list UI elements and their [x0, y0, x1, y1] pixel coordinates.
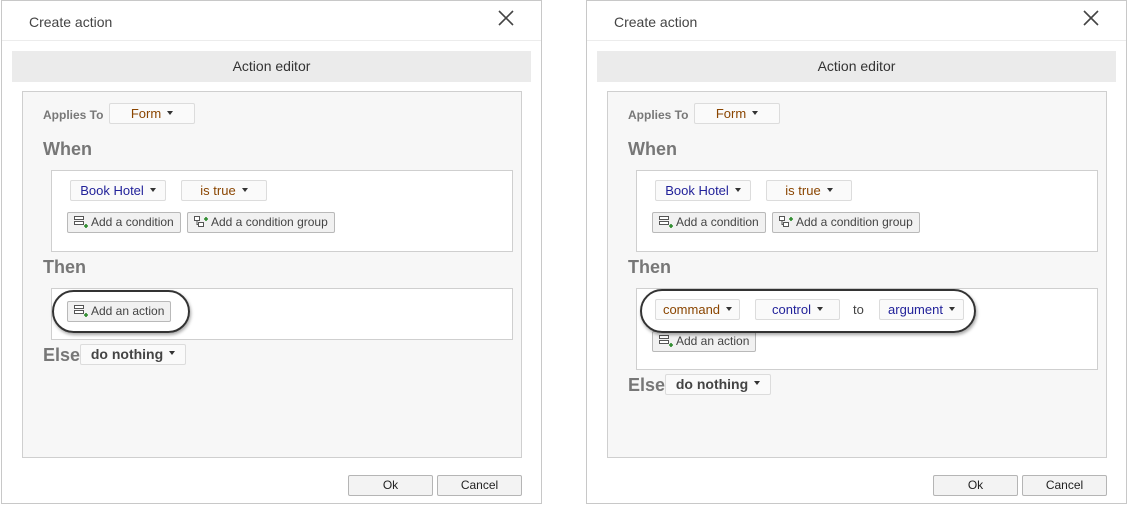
add-condition-icon: [659, 216, 673, 228]
when-heading: When: [43, 139, 92, 159]
applies-to-dropdown[interactable]: Form: [694, 103, 780, 124]
add-condition-label: Add a condition: [676, 215, 759, 229]
then-heading: Then: [43, 257, 86, 277]
add-condition-button[interactable]: Add a condition: [652, 212, 766, 233]
action-editor-panel: Applies To Form When Book Hotel is true …: [22, 91, 522, 458]
add-condition-group-label: Add a condition group: [796, 215, 913, 229]
action-editor-header: Action editor: [12, 51, 531, 82]
else-value: do nothing: [90, 346, 164, 362]
title-divider: [2, 40, 541, 41]
chevron-down-icon: [149, 187, 156, 192]
highlight-oval: [52, 290, 190, 333]
chevron-down-icon: [734, 187, 741, 192]
condition-operator-dropdown[interactable]: is true: [181, 180, 267, 201]
chevron-down-icon: [752, 110, 759, 115]
add-condition-group-icon: [194, 216, 208, 227]
condition-operator-value: is true: [200, 183, 236, 198]
create-action-dialog-initial: Create action Action editor Applies To F…: [1, 0, 542, 504]
create-action-dialog-configured: Create action Action editor Applies To F…: [586, 0, 1127, 504]
highlight-oval: [640, 289, 976, 333]
applies-to-label: Applies To: [628, 108, 689, 122]
add-condition-icon: [74, 216, 88, 228]
add-condition-group-button[interactable]: Add a condition group: [772, 212, 920, 233]
action-editor-header: Action editor: [597, 51, 1116, 82]
ok-button[interactable]: Ok: [348, 475, 433, 496]
chevron-down-icon: [754, 381, 761, 386]
close-icon[interactable]: [1082, 9, 1100, 27]
chevron-down-icon: [241, 187, 248, 192]
condition-operator-value: is true: [785, 183, 821, 198]
applies-to-value: Form: [130, 106, 162, 121]
cancel-button[interactable]: Cancel: [437, 475, 522, 496]
condition-field-value: Book Hotel: [80, 183, 144, 198]
when-conditions-box: Book Hotel is true Add a condition Add a…: [636, 170, 1098, 252]
chevron-down-icon: [167, 110, 174, 115]
add-condition-group-button[interactable]: Add a condition group: [187, 212, 335, 233]
add-condition-group-icon: [779, 216, 793, 227]
else-value: do nothing: [675, 376, 749, 392]
cancel-button[interactable]: Cancel: [1022, 475, 1107, 496]
dialog-title: Create action: [614, 14, 698, 30]
condition-field-value: Book Hotel: [665, 183, 729, 198]
applies-to-label: Applies To: [43, 108, 104, 122]
else-dropdown[interactable]: do nothing: [80, 344, 186, 365]
dialog-title: Create action: [29, 14, 113, 30]
ok-button[interactable]: Ok: [933, 475, 1018, 496]
add-action-button[interactable]: Add an action: [652, 331, 757, 352]
chevron-down-icon: [169, 351, 176, 356]
condition-field-dropdown[interactable]: Book Hotel: [655, 180, 751, 201]
applies-to-dropdown[interactable]: Form: [109, 103, 195, 124]
else-heading: Else: [628, 375, 666, 395]
else-heading: Else: [43, 345, 81, 365]
add-action-icon: [659, 335, 673, 347]
condition-operator-dropdown[interactable]: is true: [766, 180, 852, 201]
else-dropdown[interactable]: do nothing: [665, 374, 771, 395]
condition-field-dropdown[interactable]: Book Hotel: [70, 180, 166, 201]
when-heading: When: [628, 139, 677, 159]
add-condition-label: Add a condition: [91, 215, 174, 229]
add-condition-group-label: Add a condition group: [211, 215, 328, 229]
applies-to-value: Form: [715, 106, 747, 121]
when-conditions-box: Book Hotel is true Add a condition Add a…: [51, 170, 513, 252]
action-editor-panel: Applies To Form When Book Hotel is true …: [607, 91, 1107, 458]
title-divider: [587, 40, 1126, 41]
add-condition-button[interactable]: Add a condition: [67, 212, 181, 233]
then-heading: Then: [628, 257, 671, 277]
chevron-down-icon: [826, 187, 833, 192]
add-action-label: Add an action: [676, 334, 750, 348]
close-icon[interactable]: [497, 9, 515, 27]
